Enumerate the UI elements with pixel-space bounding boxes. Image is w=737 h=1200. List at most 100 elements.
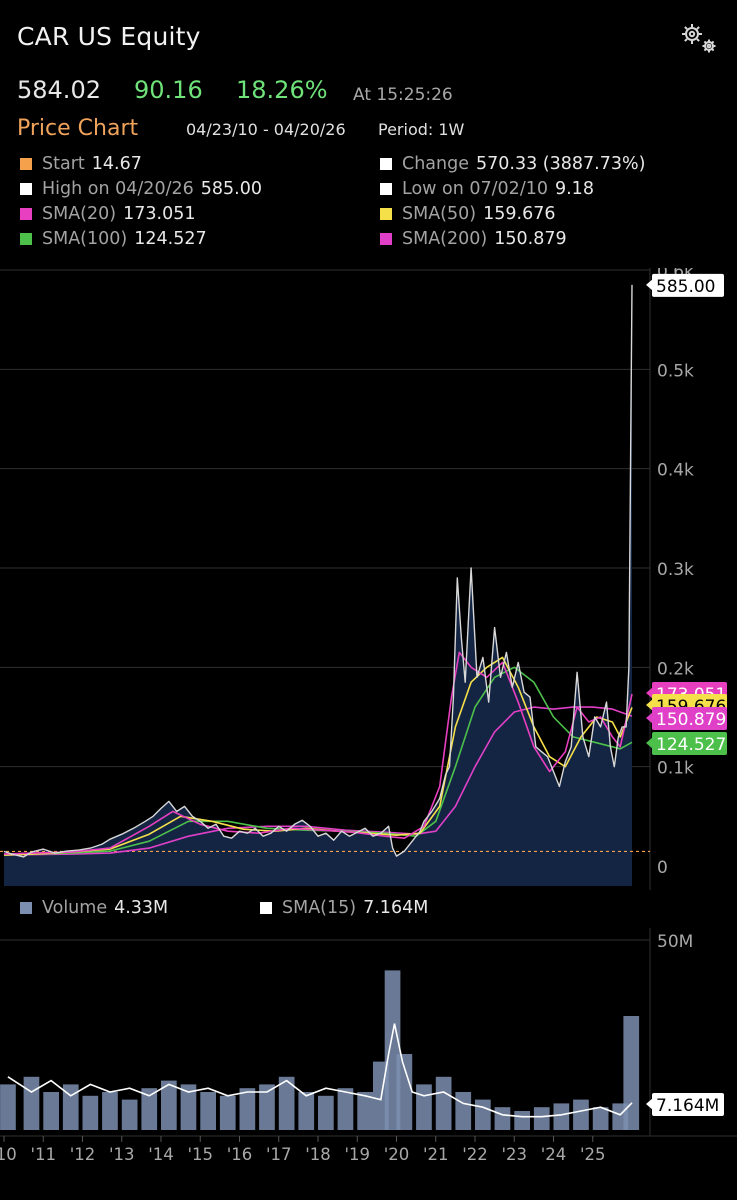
legend-volume-sma15-value: 7.164M <box>363 898 429 918</box>
legend-sma50-swatch <box>380 208 392 220</box>
legend-low-value: 9.18 <box>554 179 594 199</box>
price-tick-label: 0.2k <box>657 659 694 679</box>
volume-bar <box>435 1076 452 1130</box>
legend-high-value: 585.00 <box>200 179 262 199</box>
legend-change-label: Change <box>402 154 470 174</box>
volume-bar <box>337 1088 354 1130</box>
legend-sma100-value: 124.527 <box>134 229 207 249</box>
volume-chart[interactable]: 50M 7.164M '10'11'12'13'14'15'16'17'18'1… <box>0 928 737 1200</box>
x-axis-label: '17 <box>266 1145 292 1164</box>
x-axis-label: '19 <box>344 1145 370 1164</box>
legend-low-label: Low on 07/02/10 <box>402 179 548 199</box>
legend-high-swatch <box>20 183 32 195</box>
legend-sma20[interactable]: SMA(20) 173.051 <box>20 204 195 224</box>
x-axis-label: '13 <box>109 1145 135 1164</box>
x-axis-label: '21 <box>423 1145 449 1164</box>
volume-bar <box>43 1092 59 1130</box>
volume-bars <box>0 970 640 1130</box>
volume-axis-tags: 7.164M <box>646 1093 724 1116</box>
price-axis-ticks: 00.1k0.2k0.3k0.4k0.5k0.6k <box>657 268 694 878</box>
volume-bar <box>553 1103 570 1130</box>
legend-sma50-label: SMA(50) <box>402 204 477 224</box>
x-axis-label: '11 <box>30 1145 56 1164</box>
legend-change-swatch <box>380 158 392 170</box>
date-range[interactable]: 04/23/10 - 04/20/26 <box>186 120 346 139</box>
x-axis-label: '24 <box>541 1145 567 1164</box>
legend-volume-value: 4.33M <box>114 898 169 918</box>
volume-bar <box>318 1095 334 1130</box>
x-axis-label: '22 <box>462 1145 488 1164</box>
legend-sma100-label: SMA(100) <box>42 229 128 249</box>
legend-volume-label: Volume <box>42 898 108 918</box>
settings-gear-icon[interactable] <box>678 20 718 56</box>
volume-bar <box>475 1099 491 1130</box>
legend-change: Change 570.33 (3887.73%) <box>380 154 645 174</box>
legend-high-label: High on 04/20/26 <box>42 179 194 199</box>
volume-bar <box>121 1099 138 1130</box>
legend-sma20-swatch <box>20 208 32 220</box>
price-change-percent: 18.26% <box>236 76 328 104</box>
legend-start-value: 14.67 <box>91 154 142 174</box>
volume-bar <box>23 1076 40 1130</box>
volume-bar <box>82 1095 99 1130</box>
x-axis-labels: '10 '11 '12 '13 '14 '15 '16 '17 '18 '19 '20 '21 '22 '… <box>0 1136 606 1164</box>
legend-volume: Volume 4.33M <box>20 898 168 918</box>
x-axis-label: '14 <box>148 1145 174 1164</box>
volume-bar <box>573 1099 589 1130</box>
legend-start-label: Start <box>42 154 85 174</box>
ma-tag-label: 124.527 <box>656 735 726 755</box>
x-axis-label: '10 <box>0 1145 17 1164</box>
volume-bar <box>200 1092 216 1130</box>
price-tick-label: 0.1k <box>657 759 694 779</box>
x-axis-label: '12 <box>70 1145 96 1164</box>
legend-volume-sma15-label: SMA(15) <box>282 898 357 918</box>
legend-sma100-swatch <box>20 233 32 245</box>
price-tick-label: 0.5k <box>657 361 694 381</box>
volume-bar <box>494 1107 511 1130</box>
legend-sma100[interactable]: SMA(100) 124.527 <box>20 229 207 249</box>
legend-volume-swatch <box>20 902 32 914</box>
volume-bar <box>592 1107 609 1130</box>
volume-bar <box>219 1095 236 1130</box>
period-selector[interactable]: Period: 1W <box>378 120 464 139</box>
legend-volume-sma15-swatch <box>260 902 272 914</box>
legend-sma50[interactable]: SMA(50) 159.676 <box>380 204 555 224</box>
legend-high: High on 04/20/26 585.00 <box>20 179 262 199</box>
security-title: CAR US Equity <box>17 22 201 51</box>
volume-sma-tag-label: 7.164M <box>656 1096 719 1116</box>
legend-start: Start 14.67 <box>20 154 142 174</box>
legend-change-value: 570.33 (3887.73%) <box>476 154 646 174</box>
legend-volume-sma15: SMA(15) 7.164M <box>260 898 428 918</box>
price-tick-label: 0.4k <box>657 461 694 481</box>
volume-bar <box>533 1107 550 1130</box>
price-area <box>4 284 632 886</box>
last-price: 584.02 <box>17 76 101 104</box>
legend-sma20-label: SMA(20) <box>42 204 117 224</box>
legend-start-swatch <box>20 158 32 170</box>
price-chart[interactable]: 00.1k0.2k0.3k0.4k0.5k0.6k 585.00173.0511… <box>0 268 737 890</box>
price-tick-label: 0 <box>657 858 668 878</box>
x-axis-label: '20 <box>384 1145 410 1164</box>
x-axis-label: '16 <box>227 1145 253 1164</box>
last-price-tag-label: 585.00 <box>656 277 715 297</box>
price-change: 90.16 <box>134 76 203 104</box>
ma-tag-label: 150.879 <box>656 710 726 730</box>
x-axis-label: '23 <box>501 1145 527 1164</box>
volume-bar <box>102 1092 118 1130</box>
volume-bar <box>416 1084 432 1130</box>
legend-sma50-value: 159.676 <box>483 204 556 224</box>
x-axis-label: '15 <box>187 1145 213 1164</box>
volume-bar <box>623 1016 640 1130</box>
volume-bar <box>298 1092 315 1130</box>
legend-low-swatch <box>380 183 392 195</box>
legend-sma200[interactable]: SMA(200) 150.879 <box>380 229 567 249</box>
quote-time: At 15:25:26 <box>353 85 453 105</box>
legend-sma20-value: 173.051 <box>123 204 196 224</box>
price-axis-tags: 585.00173.051159.676150.879124.527 <box>646 273 727 755</box>
x-axis-label: '25 <box>580 1145 606 1164</box>
legend-sma200-label: SMA(200) <box>402 229 488 249</box>
legend-sma200-swatch <box>380 233 392 245</box>
legend-low: Low on 07/02/10 9.18 <box>380 179 594 199</box>
legend-sma200-value: 150.879 <box>494 229 567 249</box>
volume-bar <box>455 1092 472 1130</box>
